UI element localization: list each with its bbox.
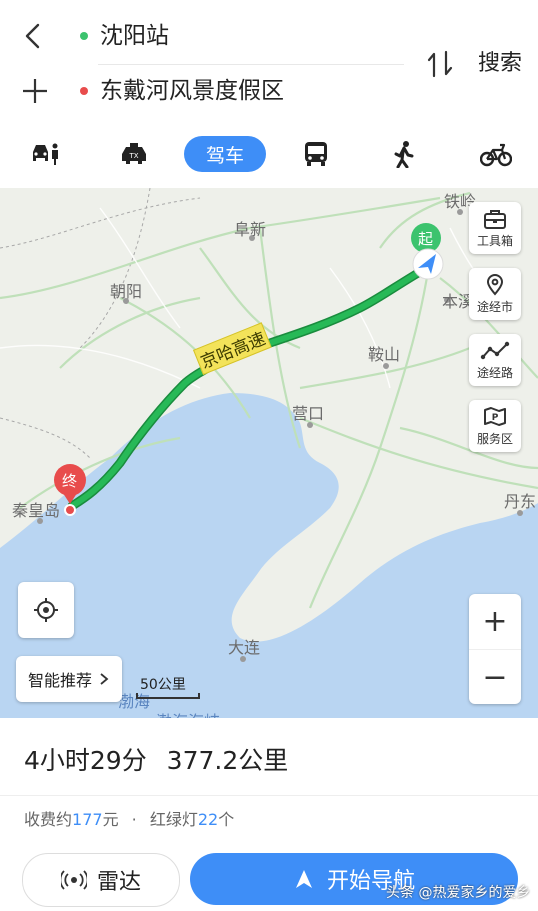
origin-dot bbox=[80, 32, 88, 40]
destination-input[interactable]: 东戴河风景度假区 bbox=[100, 75, 284, 107]
toolbox-icon bbox=[484, 210, 506, 229]
duration-text: 4小时29分 bbox=[24, 746, 147, 775]
end-marker-label: 终 bbox=[62, 472, 78, 490]
location-pin-icon bbox=[486, 274, 504, 296]
origin-input[interactable]: 沈阳站 bbox=[100, 20, 169, 52]
map-scale-label: 50公里 bbox=[140, 677, 186, 693]
locate-button[interactable] bbox=[18, 582, 74, 638]
smart-recommend-button[interactable]: 智能推荐 bbox=[16, 656, 122, 702]
map-label-dandong: 丹东 bbox=[504, 492, 537, 511]
swap-icon[interactable] bbox=[424, 48, 458, 80]
start-marker-label: 起 bbox=[418, 230, 434, 248]
svg-text:P: P bbox=[492, 413, 499, 423]
chevron-right-icon bbox=[100, 673, 109, 685]
search-button[interactable]: 搜索 bbox=[478, 48, 522, 80]
via-city-label: 途经市 bbox=[476, 300, 513, 314]
taxi-icon: TX bbox=[122, 143, 146, 164]
radar-label: 雷达 bbox=[96, 870, 141, 895]
walk-icon bbox=[394, 141, 414, 168]
via-road-label: 途经路 bbox=[476, 366, 513, 380]
distance-text: 377.2公里 bbox=[166, 746, 289, 775]
lights-prefix: 红绿灯 bbox=[149, 810, 198, 829]
via-road-button[interactable]: 途经路 bbox=[469, 334, 521, 386]
mode-drive-tab[interactable]: 驾车 bbox=[184, 136, 266, 172]
map-scale-bar bbox=[136, 693, 200, 699]
route-fees: 收费约177元 · 红绿灯22个 bbox=[24, 808, 234, 832]
mode-bus[interactable] bbox=[298, 136, 334, 172]
service-area-label: 服务区 bbox=[476, 432, 513, 446]
toll-value: 177 bbox=[72, 810, 103, 829]
map-label-dalian: 大连 bbox=[228, 638, 261, 657]
radar-button[interactable]: 雷达 bbox=[22, 853, 180, 907]
destination-dot bbox=[80, 87, 88, 95]
bike-icon bbox=[480, 143, 512, 167]
map-canvas[interactable] bbox=[0, 188, 538, 718]
navigation-arrow-icon bbox=[295, 870, 312, 888]
zoom-control: + − bbox=[469, 594, 521, 704]
polyline-icon bbox=[480, 341, 510, 360]
fees-separator: · bbox=[131, 810, 137, 829]
parking-flag-icon: P bbox=[484, 407, 506, 426]
radar-icon bbox=[60, 870, 87, 890]
watermark-text: 头条 @热爱家乡的爱乡 bbox=[386, 885, 531, 901]
toolbox-label: 工具箱 bbox=[476, 234, 513, 248]
car-person-icon bbox=[33, 143, 58, 165]
map-label-qinhuangdao: 秦皇岛 bbox=[12, 501, 61, 520]
mode-taxi[interactable]: TX bbox=[116, 136, 152, 172]
summary-divider bbox=[0, 795, 538, 796]
route-summary: 4小时29分 377.2公里 bbox=[24, 743, 288, 779]
toll-prefix: 收费约 bbox=[24, 810, 73, 829]
header-divider bbox=[98, 64, 404, 65]
map-label-chaoyang: 朝阳 bbox=[110, 282, 143, 301]
service-area-button[interactable]: P 服务区 bbox=[469, 400, 521, 452]
map-label-bohai-strait: 渤海海峡 bbox=[156, 708, 220, 718]
add-waypoint-icon[interactable] bbox=[20, 76, 50, 106]
locate-icon bbox=[34, 598, 58, 622]
map-view[interactable]: 铁岭 阜新 朝阳 本溪 鞍山 营口 秦皇岛 丹东 大连 渤海 渤海海峡 京哈高速… bbox=[0, 188, 538, 718]
map-label-anshan: 鞍山 bbox=[368, 345, 401, 364]
toll-suffix: 元 bbox=[102, 810, 119, 829]
zoom-out-button[interactable]: − bbox=[469, 650, 521, 704]
toolbox-button[interactable]: 工具箱 bbox=[469, 202, 521, 254]
via-city-button[interactable]: 途经市 bbox=[469, 268, 521, 320]
zoom-in-button[interactable]: + bbox=[469, 594, 521, 650]
map-label-fuxin: 阜新 bbox=[234, 220, 267, 239]
mode-car-person[interactable] bbox=[28, 136, 64, 172]
mode-walk[interactable] bbox=[386, 136, 422, 172]
bus-icon bbox=[305, 142, 327, 166]
back-icon[interactable] bbox=[18, 20, 48, 52]
smart-recommend-label: 智能推荐 bbox=[27, 671, 92, 690]
mode-bike[interactable] bbox=[478, 136, 514, 172]
lights-value: 22 bbox=[197, 810, 219, 829]
map-label-yingkou: 营口 bbox=[292, 404, 325, 423]
svg-text:TX: TX bbox=[128, 152, 138, 160]
lights-suffix: 个 bbox=[218, 810, 235, 829]
